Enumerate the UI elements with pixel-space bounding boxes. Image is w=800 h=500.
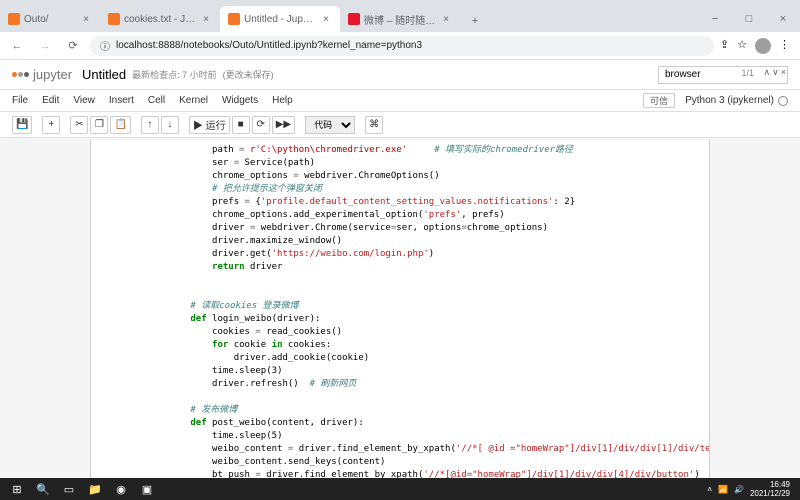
command-palette-button[interactable]: ⌘ <box>365 116 383 134</box>
tab-title: Untitled - Jupyter Notebook <box>244 14 316 25</box>
interrupt-button[interactable]: ■ <box>232 116 250 134</box>
window-controls: − □ × <box>698 6 800 32</box>
logo-dot-icon <box>18 72 23 77</box>
insert-cell-button[interactable]: + <box>42 116 60 134</box>
network-icon[interactable]: 📶 <box>718 485 728 494</box>
site-info-icon[interactable]: ⓘ <box>100 38 110 53</box>
find-count: 1/1 <box>741 68 754 78</box>
profile-icon[interactable] <box>755 38 771 54</box>
new-tab-button[interactable]: + <box>464 10 486 32</box>
move-up-button[interactable]: ↑ <box>141 116 159 134</box>
menu-widgets[interactable]: Widgets <box>222 95 258 106</box>
tray-chevron-icon[interactable]: ˄ <box>707 485 712 494</box>
menu-bar: FileEditViewInsertCellKernelWidgetsHelp … <box>0 90 800 112</box>
find-prev-button[interactable]: ∧ <box>764 67 771 78</box>
menu-cell[interactable]: Cell <box>148 95 165 106</box>
trust-button[interactable]: 可信 <box>643 93 675 108</box>
menu-kernel[interactable]: Kernel <box>179 95 208 106</box>
browser-tab[interactable]: Untitled - Jupyter Notebook × <box>220 6 340 32</box>
tab-close-icon[interactable]: × <box>200 13 212 25</box>
volume-icon[interactable]: 🔊 <box>734 485 744 494</box>
copy-button[interactable]: ❐ <box>90 116 108 134</box>
logo-dot-icon <box>24 72 29 77</box>
tab-title: cookies.txt - Jupyter Text Edi <box>124 14 196 25</box>
url-field[interactable]: ⓘ localhost:8888/notebooks/Outo/Untitled… <box>90 36 714 56</box>
browser-tab[interactable]: Outo/ × <box>0 6 100 32</box>
logo-dot-icon <box>12 72 17 77</box>
browser-tab-strip: Outo/×cookies.txt - Jupyter Text Edi×Unt… <box>0 0 800 32</box>
url-text: localhost:8888/notebooks/Outo/Untitled.i… <box>116 40 422 51</box>
tab-favicon-icon <box>228 13 240 25</box>
notebook-header: jupyter Untitled 最新检查点: 7 小时前 (更改未保存) 1/… <box>0 60 800 90</box>
clock[interactable]: 16:49 2021/12/29 <box>750 480 790 498</box>
paste-button[interactable]: 📋 <box>110 116 130 134</box>
menu-help[interactable]: Help <box>272 95 293 106</box>
close-window-button[interactable]: × <box>766 6 800 32</box>
find-bar: 1/1 ∧ ∨ × <box>658 66 788 84</box>
menu-file[interactable]: File <box>12 95 28 106</box>
menu-icon[interactable]: ⋮ <box>779 38 790 54</box>
cell-type-select[interactable]: 代码 <box>305 116 355 134</box>
reload-button[interactable]: ⟳ <box>62 35 84 57</box>
cell-prompt <box>91 140 141 498</box>
share-icon[interactable]: ⇪ <box>720 38 729 54</box>
minimize-button[interactable]: − <box>698 6 732 32</box>
maximize-button[interactable]: □ <box>732 6 766 32</box>
menu-view[interactable]: View <box>73 95 95 106</box>
restart-button[interactable]: ⟳ <box>252 116 270 134</box>
autosave-text: (更改未保存) <box>223 68 274 81</box>
bookmark-icon[interactable]: ☆ <box>737 38 747 54</box>
tab-favicon-icon <box>108 13 120 25</box>
toolbar: 💾 + ✂ ❐ 📋 ↑ ↓ ▶ 运行 ■ ⟳ ▶▶ 代码 ⌘ <box>0 112 800 138</box>
address-bar: ← → ⟳ ⓘ localhost:8888/notebooks/Outo/Un… <box>0 32 800 60</box>
kernel-name[interactable]: Python 3 (ipykernel) <box>685 95 788 106</box>
kernel-indicator-icon <box>778 96 788 106</box>
run-button[interactable]: ▶ 运行 <box>189 116 230 134</box>
back-button[interactable]: ← <box>6 35 28 57</box>
restart-run-all-button[interactable]: ▶▶ <box>272 116 295 134</box>
tab-title: Outo/ <box>24 14 76 25</box>
cut-button[interactable]: ✂ <box>70 116 88 134</box>
logo-text: jupyter <box>33 67 72 82</box>
start-button[interactable]: ⊞ <box>4 478 30 500</box>
menu-edit[interactable]: Edit <box>42 95 59 106</box>
menu-insert[interactable]: Insert <box>109 95 134 106</box>
tab-title: 微博 – 随时随地发现新鲜事 <box>364 12 436 27</box>
forward-button[interactable]: → <box>34 35 56 57</box>
chrome-task-icon[interactable]: ◉ <box>108 478 134 500</box>
tab-close-icon[interactable]: × <box>440 13 452 25</box>
terminal-task-icon[interactable]: ▣ <box>134 478 160 500</box>
search-task-icon[interactable]: 🔍 <box>30 478 56 500</box>
browser-tab[interactable]: cookies.txt - Jupyter Text Edi × <box>100 6 220 32</box>
code-cell[interactable]: path = r'C:\python\chromedriver.exe' # 填… <box>90 140 710 498</box>
browser-tab[interactable]: 微博 – 随时随地发现新鲜事 × <box>340 6 460 32</box>
tab-close-icon[interactable]: × <box>320 13 332 25</box>
save-button[interactable]: 💾 <box>12 116 32 134</box>
find-close-button[interactable]: × <box>781 67 786 78</box>
tab-favicon-icon <box>8 13 20 25</box>
file-explorer-icon[interactable]: 📁 <box>82 478 108 500</box>
find-next-button[interactable]: ∨ <box>772 67 779 78</box>
windows-taskbar: ⊞ 🔍 ▭ 📁 ◉ ▣ ˄ 📶 🔊 16:49 2021/12/29 <box>0 478 800 500</box>
notebook-title[interactable]: Untitled <box>82 67 126 82</box>
jupyter-logo[interactable]: jupyter <box>12 67 72 82</box>
checkpoint-text: 最新检查点: 7 小时前 <box>132 68 217 81</box>
code-editor[interactable]: path = r'C:\python\chromedriver.exe' # 填… <box>141 140 709 498</box>
tab-favicon-icon <box>348 13 360 25</box>
move-down-button[interactable]: ↓ <box>161 116 179 134</box>
notebook-area[interactable]: path = r'C:\python\chromedriver.exe' # 填… <box>0 138 800 498</box>
tab-close-icon[interactable]: × <box>80 13 92 25</box>
task-view-icon[interactable]: ▭ <box>56 478 82 500</box>
